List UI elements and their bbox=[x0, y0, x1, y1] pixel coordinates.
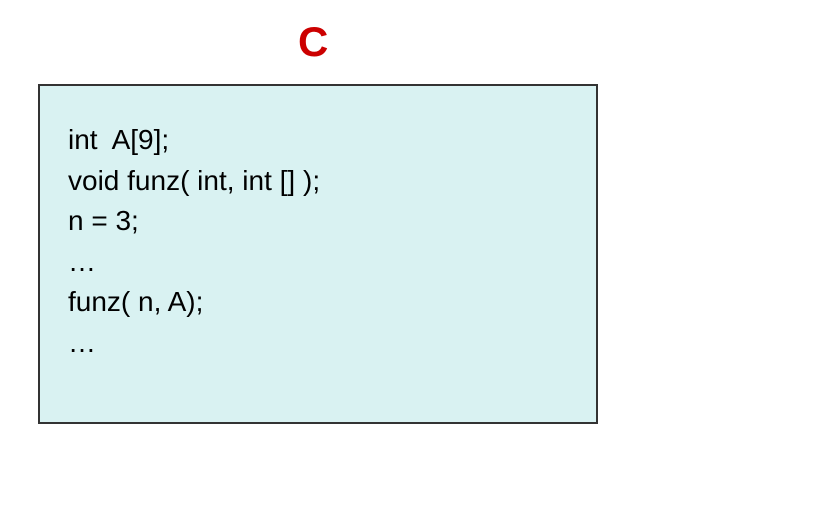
code-line-4: n = 3; bbox=[68, 201, 568, 242]
language-title: C bbox=[298, 18, 328, 66]
code-block: int A[9]; void funz( int, int [] ); n = … bbox=[38, 84, 598, 424]
code-line-1: int A[9]; bbox=[68, 120, 568, 161]
code-line-5: … bbox=[68, 242, 568, 283]
code-line-6: funz( n, A); bbox=[68, 282, 568, 323]
code-line-2: void funz( int, int [] ); bbox=[68, 161, 568, 202]
code-line-7: … bbox=[68, 323, 568, 364]
